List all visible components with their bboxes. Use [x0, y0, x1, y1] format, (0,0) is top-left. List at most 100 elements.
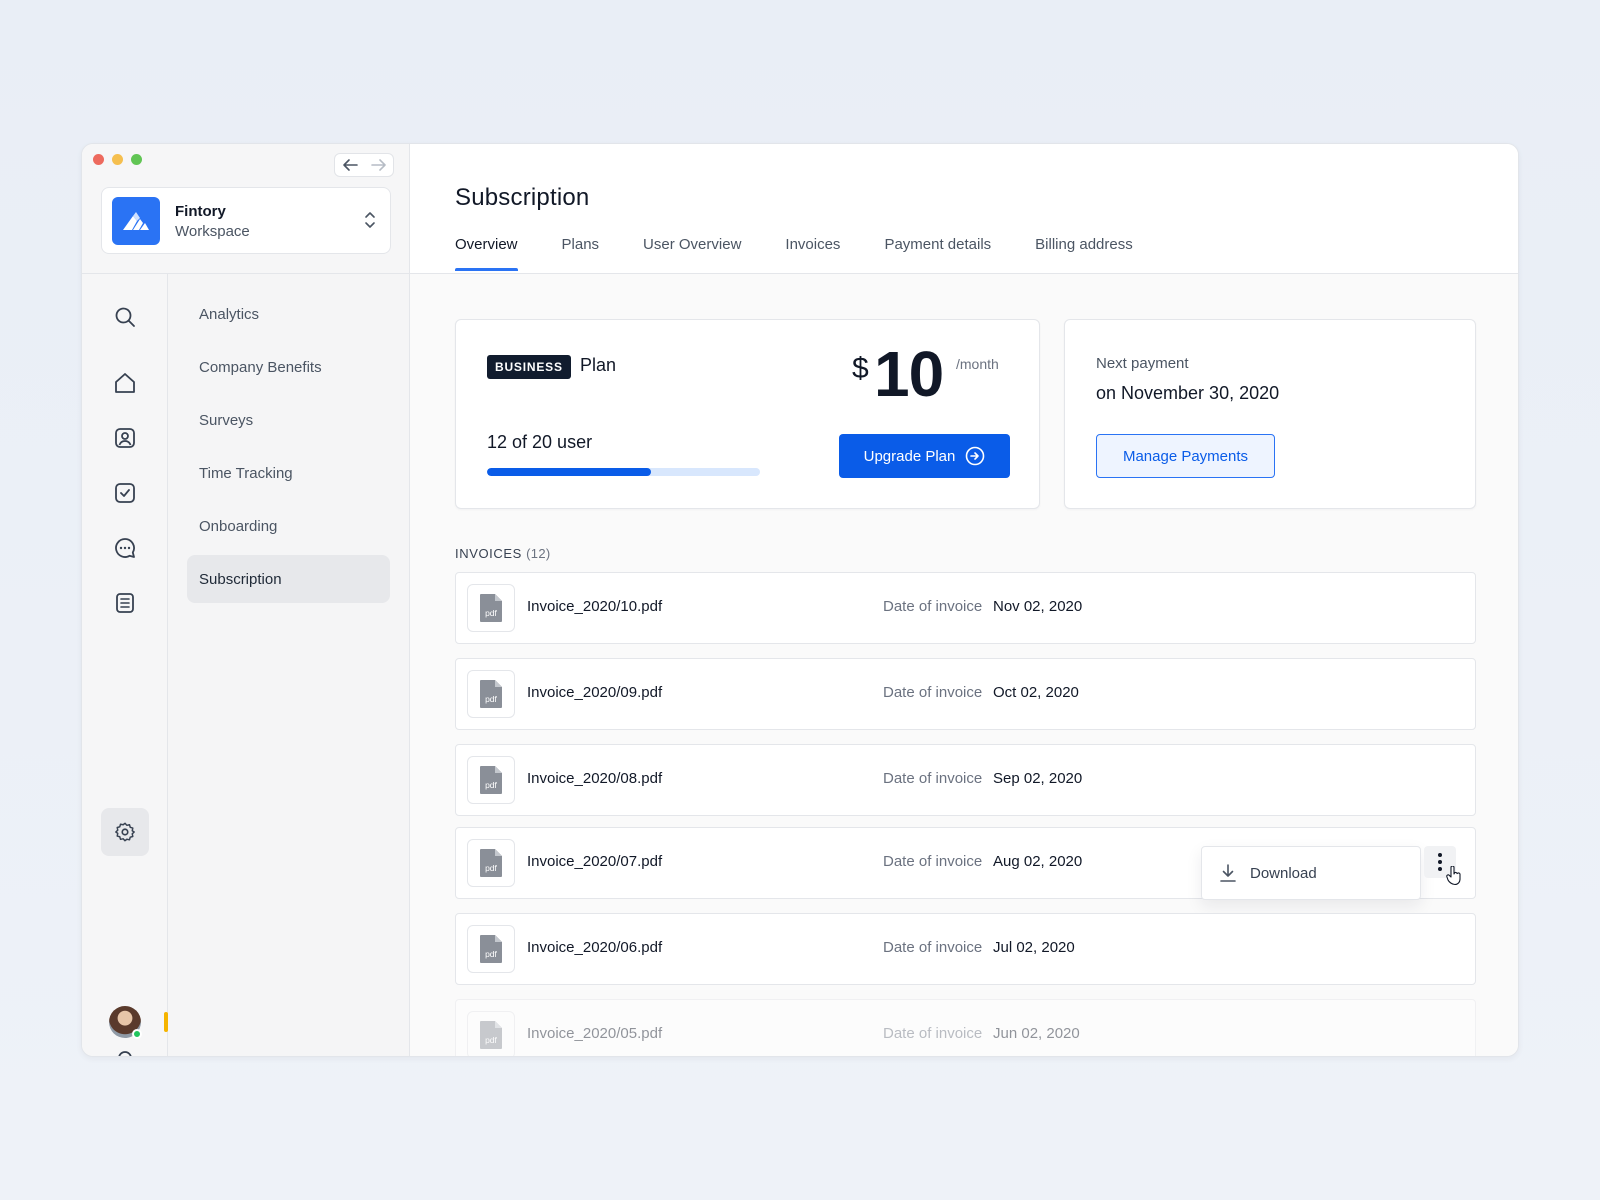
settings-icon — [115, 822, 135, 842]
price-period: /month — [956, 356, 999, 372]
tab-payment-details[interactable]: Payment details — [884, 236, 991, 271]
arrow-left-icon — [342, 159, 358, 171]
chevron-up-down-icon — [365, 212, 375, 228]
fintory-logo-icon — [112, 197, 160, 245]
invoice-row[interactable]: pdf Invoice_2020/08.pdf Date of invoice … — [455, 744, 1476, 816]
download-label: Download — [1250, 864, 1317, 882]
invoice-filename[interactable]: Invoice_2020/05.pdf — [527, 1025, 662, 1042]
search-icon — [115, 307, 135, 327]
plan-card: BUSINESS Plan $ 10 /month 12 of 20 user … — [455, 319, 1040, 509]
tab-overview[interactable]: Overview — [455, 236, 518, 271]
pdf-file-icon: pdf — [467, 839, 515, 887]
download-menu-item[interactable]: Download — [1201, 846, 1421, 900]
svg-text:pdf: pdf — [485, 780, 497, 790]
invoice-date: Sep 02, 2020 — [993, 770, 1083, 787]
subnav-item-company-benefits[interactable]: Company Benefits — [187, 343, 390, 391]
subnav-item-subscription[interactable]: Subscription — [187, 555, 390, 603]
home-icon — [115, 373, 135, 393]
next-payment-card: Next payment on November 30, 2020 Manage… — [1064, 319, 1476, 509]
next-payment-label: Next payment — [1096, 355, 1189, 372]
pdf-file-icon: pdf — [467, 584, 515, 632]
rail-contacts[interactable] — [113, 426, 137, 450]
invoices-heading-label: INVOICES — [455, 546, 522, 561]
arrow-right-circle-icon — [966, 446, 985, 466]
document-icon — [116, 593, 134, 613]
svg-text:pdf: pdf — [485, 1035, 497, 1045]
users-count: 12 of 20 user — [487, 432, 593, 452]
pdf-file-icon: pdf — [467, 925, 515, 973]
rail-notifications[interactable] — [113, 1047, 137, 1056]
invoice-date: Aug 02, 2020 — [993, 853, 1083, 870]
tab-billing-address[interactable]: Billing address — [1035, 236, 1133, 271]
invoice-row[interactable]: pdf Invoice_2020/05.pdf Date of invoice … — [455, 999, 1476, 1056]
pdf-file-icon: pdf — [467, 756, 515, 804]
tab-bar: Overview Plans User Overview Invoices Pa… — [455, 236, 1177, 271]
close-window-button[interactable] — [93, 154, 104, 165]
bell-icon — [118, 1051, 132, 1056]
invoice-date-label: Date of invoice — [883, 1025, 983, 1042]
price-amount: 10 — [874, 338, 944, 410]
invoice-row[interactable]: pdf Invoice_2020/07.pdf Date of invoice … — [455, 827, 1476, 900]
invoice-filename[interactable]: Invoice_2020/09.pdf — [527, 684, 662, 701]
upgrade-plan-button[interactable]: Upgrade Plan — [839, 434, 1010, 478]
tab-invoices[interactable]: Invoices — [785, 236, 840, 271]
rail-chat[interactable] — [113, 536, 137, 560]
arrow-right-icon — [370, 159, 386, 171]
pdf-file-icon: pdf — [467, 670, 515, 718]
price-currency: $ — [852, 352, 869, 385]
invoice-date: Jun 02, 2020 — [993, 1025, 1080, 1042]
page-title: Subscription — [455, 184, 590, 211]
plan-badge: BUSINESS — [487, 355, 571, 379]
manage-payments-button[interactable]: Manage Payments — [1096, 434, 1275, 478]
maximize-window-button[interactable] — [131, 154, 142, 165]
workspace-switcher[interactable]: Fintory Workspace — [101, 187, 391, 254]
invoice-row[interactable]: pdf Invoice_2020/09.pdf Date of invoice … — [455, 658, 1476, 730]
back-button[interactable] — [335, 154, 364, 176]
rail-tasks[interactable] — [113, 481, 137, 505]
users-progress-bar — [487, 468, 760, 476]
forward-button[interactable] — [364, 154, 393, 176]
invoice-filename[interactable]: Invoice_2020/08.pdf — [527, 770, 662, 787]
invoice-date-label: Date of invoice — [883, 684, 983, 701]
invoice-date-label: Date of invoice — [883, 770, 983, 787]
subnav-item-onboarding[interactable]: Onboarding — [187, 502, 390, 550]
invoice-date: Jul 02, 2020 — [993, 939, 1075, 956]
next-payment-date: on November 30, 2020 — [1096, 383, 1280, 403]
workspace-name: Fintory — [175, 203, 226, 220]
workspace-subtitle: Workspace — [175, 223, 250, 240]
invoice-date: Oct 02, 2020 — [993, 684, 1079, 701]
tab-plans[interactable]: Plans — [562, 236, 600, 271]
invoice-row[interactable]: pdf Invoice_2020/06.pdf Date of invoice … — [455, 913, 1476, 985]
invoice-row[interactable]: pdf Invoice_2020/10.pdf Date of invoice … — [455, 572, 1476, 644]
tab-user-overview[interactable]: User Overview — [643, 236, 741, 271]
hand-cursor-icon — [1446, 865, 1462, 891]
invoice-date: Nov 02, 2020 — [993, 598, 1083, 615]
subnav-item-analytics[interactable]: Analytics — [187, 290, 390, 338]
invoice-filename[interactable]: Invoice_2020/10.pdf — [527, 598, 662, 615]
main-content: Subscription Overview Plans User Overvie… — [410, 144, 1518, 1056]
window-controls — [93, 154, 142, 165]
pdf-file-icon: pdf — [467, 1011, 515, 1056]
subnav-item-time-tracking[interactable]: Time Tracking — [187, 449, 390, 497]
subnav-item-surveys[interactable]: Surveys — [187, 396, 390, 444]
plan-label: Plan — [580, 355, 617, 375]
svg-text:pdf: pdf — [485, 694, 497, 704]
rail-documents[interactable] — [113, 591, 137, 615]
svg-text:pdf: pdf — [485, 608, 497, 618]
invoices-count: (12) — [526, 546, 551, 561]
users-progress-fill — [487, 468, 651, 476]
download-icon — [1220, 864, 1236, 882]
invoice-filename[interactable]: Invoice_2020/06.pdf — [527, 939, 662, 956]
sidebar-header: Fintory Workspace — [82, 144, 410, 274]
invoice-filename[interactable]: Invoice_2020/07.pdf — [527, 853, 662, 870]
app-window: Fintory Workspace Analytics Company Bene… — [81, 143, 1519, 1057]
rail-settings[interactable] — [101, 808, 149, 856]
icon-rail — [82, 274, 168, 1056]
rail-search[interactable] — [113, 305, 137, 329]
minimize-window-button[interactable] — [112, 154, 123, 165]
rail-home[interactable] — [113, 371, 137, 395]
invoices-heading: INVOICES (12) — [455, 546, 550, 561]
more-vertical-icon — [1438, 853, 1442, 871]
invoice-date-label: Date of invoice — [883, 939, 983, 956]
settings-subnav: Analytics Company Benefits Surveys Time … — [168, 274, 410, 1056]
